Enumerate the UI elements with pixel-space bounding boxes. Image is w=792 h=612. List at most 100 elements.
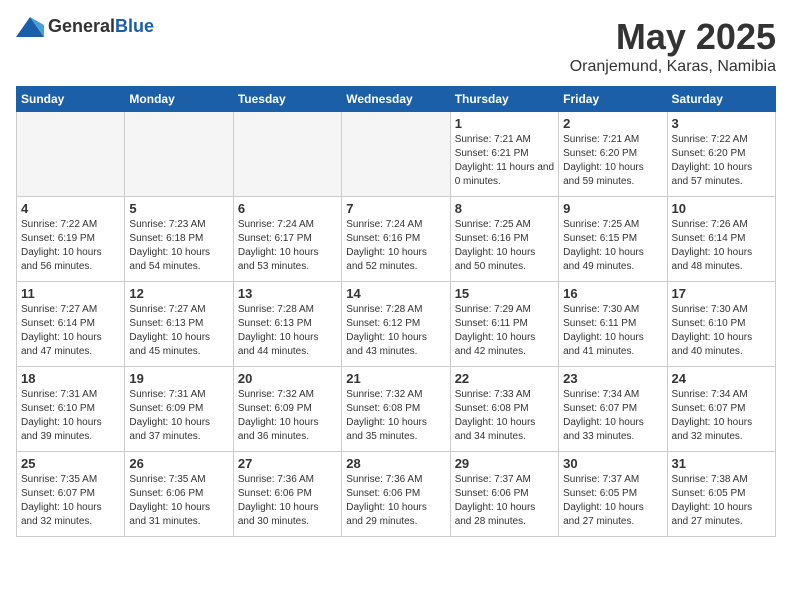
calendar-cell	[342, 112, 450, 197]
day-info: Sunrise: 7:35 AMSunset: 6:07 PMDaylight:…	[21, 473, 120, 529]
logo-text: GeneralBlue	[48, 16, 154, 37]
day-info: Sunrise: 7:24 AMSunset: 6:16 PMDaylight:…	[346, 218, 445, 274]
calendar-cell: 27 Sunrise: 7:36 AMSunset: 6:06 PMDayligh…	[233, 452, 341, 537]
month-title: May 2025	[570, 16, 776, 58]
calendar-table: SundayMondayTuesdayWednesdayThursdayFrid…	[16, 86, 776, 537]
day-number: 24	[672, 371, 771, 386]
location: Oranjemund, Karas, Namibia	[570, 58, 776, 76]
day-info: Sunrise: 7:27 AMSunset: 6:14 PMDaylight:…	[21, 303, 120, 359]
logo: GeneralBlue	[16, 16, 154, 37]
day-number: 21	[346, 371, 445, 386]
logo-general: General	[48, 16, 115, 36]
calendar-week-row: 18 Sunrise: 7:31 AMSunset: 6:10 PMDayligh…	[17, 367, 776, 452]
calendar-cell: 21 Sunrise: 7:32 AMSunset: 6:08 PMDayligh…	[342, 367, 450, 452]
day-info: Sunrise: 7:32 AMSunset: 6:08 PMDaylight:…	[346, 388, 445, 444]
day-number: 20	[238, 371, 337, 386]
day-number: 13	[238, 286, 337, 301]
day-number: 5	[129, 201, 228, 216]
day-number: 9	[563, 201, 662, 216]
day-number: 22	[455, 371, 554, 386]
day-info: Sunrise: 7:37 AMSunset: 6:05 PMDaylight:…	[563, 473, 662, 529]
day-info: Sunrise: 7:31 AMSunset: 6:09 PMDaylight:…	[129, 388, 228, 444]
calendar-cell: 16 Sunrise: 7:30 AMSunset: 6:11 PMDayligh…	[559, 282, 667, 367]
day-number: 27	[238, 456, 337, 471]
day-number: 23	[563, 371, 662, 386]
calendar-cell: 23 Sunrise: 7:34 AMSunset: 6:07 PMDayligh…	[559, 367, 667, 452]
calendar-cell: 6 Sunrise: 7:24 AMSunset: 6:17 PMDaylight…	[233, 197, 341, 282]
calendar-cell: 11 Sunrise: 7:27 AMSunset: 6:14 PMDayligh…	[17, 282, 125, 367]
day-number: 11	[21, 286, 120, 301]
day-info: Sunrise: 7:28 AMSunset: 6:13 PMDaylight:…	[238, 303, 337, 359]
day-info: Sunrise: 7:35 AMSunset: 6:06 PMDaylight:…	[129, 473, 228, 529]
day-number: 15	[455, 286, 554, 301]
calendar-cell: 8Sunrise: 7:25 AMSunset: 6:16 PMDaylight…	[450, 197, 558, 282]
day-number: 18	[21, 371, 120, 386]
day-number: 8	[455, 201, 554, 216]
weekday-header: Sunday	[17, 87, 125, 112]
day-info: Sunrise: 7:37 AMSunset: 6:06 PMDaylight:…	[455, 473, 554, 529]
calendar-cell: 14Sunrise: 7:28 AMSunset: 6:12 PMDayligh…	[342, 282, 450, 367]
calendar-cell: 29Sunrise: 7:37 AMSunset: 6:06 PMDayligh…	[450, 452, 558, 537]
day-info: Sunrise: 7:38 AMSunset: 6:05 PMDaylight:…	[672, 473, 771, 529]
day-info: Sunrise: 7:23 AMSunset: 6:18 PMDaylight:…	[129, 218, 228, 274]
logo-icon	[16, 17, 44, 37]
calendar-cell: 12 Sunrise: 7:27 AMSunset: 6:13 PMDayligh…	[125, 282, 233, 367]
calendar-cell: 28Sunrise: 7:36 AMSunset: 6:06 PMDayligh…	[342, 452, 450, 537]
calendar-cell: 9 Sunrise: 7:25 AMSunset: 6:15 PMDaylight…	[559, 197, 667, 282]
calendar-cell	[125, 112, 233, 197]
day-number: 12	[129, 286, 228, 301]
day-number: 10	[672, 201, 771, 216]
calendar-week-row: 4Sunrise: 7:22 AMSunset: 6:19 PMDaylight…	[17, 197, 776, 282]
day-number: 17	[672, 286, 771, 301]
calendar-cell: 15 Sunrise: 7:29 AMSunset: 6:11 PMDayligh…	[450, 282, 558, 367]
calendar-cell: 5 Sunrise: 7:23 AMSunset: 6:18 PMDaylight…	[125, 197, 233, 282]
page-header: GeneralBlue May 2025 Oranjemund, Karas, …	[16, 16, 776, 76]
day-number: 30	[563, 456, 662, 471]
day-info: Sunrise: 7:27 AMSunset: 6:13 PMDaylight:…	[129, 303, 228, 359]
day-info: Sunrise: 7:25 AMSunset: 6:15 PMDaylight:…	[563, 218, 662, 274]
day-number: 6	[238, 201, 337, 216]
day-number: 14	[346, 286, 445, 301]
calendar-week-row: 11 Sunrise: 7:27 AMSunset: 6:14 PMDayligh…	[17, 282, 776, 367]
day-info: Sunrise: 7:36 AMSunset: 6:06 PMDaylight:…	[238, 473, 337, 529]
day-info: Sunrise: 7:31 AMSunset: 6:10 PMDaylight:…	[21, 388, 120, 444]
weekday-header: Tuesday	[233, 87, 341, 112]
calendar-cell: 19 Sunrise: 7:31 AMSunset: 6:09 PMDayligh…	[125, 367, 233, 452]
calendar-cell: 1Sunrise: 7:21 AMSunset: 6:21 PMDaylight…	[450, 112, 558, 197]
weekday-header: Wednesday	[342, 87, 450, 112]
calendar-cell: 7Sunrise: 7:24 AMSunset: 6:16 PMDaylight…	[342, 197, 450, 282]
calendar-week-row: 1Sunrise: 7:21 AMSunset: 6:21 PMDaylight…	[17, 112, 776, 197]
day-number: 1	[455, 116, 554, 131]
day-info: Sunrise: 7:26 AMSunset: 6:14 PMDaylight:…	[672, 218, 771, 274]
day-info: Sunrise: 7:30 AMSunset: 6:10 PMDaylight:…	[672, 303, 771, 359]
calendar-cell: 18 Sunrise: 7:31 AMSunset: 6:10 PMDayligh…	[17, 367, 125, 452]
day-info: Sunrise: 7:34 AMSunset: 6:07 PMDaylight:…	[563, 388, 662, 444]
calendar-cell: 26Sunrise: 7:35 AMSunset: 6:06 PMDayligh…	[125, 452, 233, 537]
day-number: 28	[346, 456, 445, 471]
weekday-header: Monday	[125, 87, 233, 112]
day-number: 19	[129, 371, 228, 386]
title-block: May 2025 Oranjemund, Karas, Namibia	[570, 16, 776, 76]
day-number: 16	[563, 286, 662, 301]
calendar-cell: 10 Sunrise: 7:26 AMSunset: 6:14 PMDayligh…	[667, 197, 775, 282]
day-info: Sunrise: 7:29 AMSunset: 6:11 PMDaylight:…	[455, 303, 554, 359]
calendar-cell: 24 Sunrise: 7:34 AMSunset: 6:07 PMDayligh…	[667, 367, 775, 452]
day-info: Sunrise: 7:22 AMSunset: 6:20 PMDaylight:…	[672, 133, 771, 189]
weekday-header: Saturday	[667, 87, 775, 112]
calendar-cell	[233, 112, 341, 197]
day-info: Sunrise: 7:30 AMSunset: 6:11 PMDaylight:…	[563, 303, 662, 359]
calendar-cell: 2Sunrise: 7:21 AMSunset: 6:20 PMDaylight…	[559, 112, 667, 197]
calendar-week-row: 25 Sunrise: 7:35 AMSunset: 6:07 PMDayligh…	[17, 452, 776, 537]
day-number: 2	[563, 116, 662, 131]
calendar-cell: 30 Sunrise: 7:37 AMSunset: 6:05 PMDayligh…	[559, 452, 667, 537]
calendar-cell: 31 Sunrise: 7:38 AMSunset: 6:05 PMDayligh…	[667, 452, 775, 537]
day-info: Sunrise: 7:34 AMSunset: 6:07 PMDaylight:…	[672, 388, 771, 444]
day-info: Sunrise: 7:32 AMSunset: 6:09 PMDaylight:…	[238, 388, 337, 444]
calendar-cell: 4Sunrise: 7:22 AMSunset: 6:19 PMDaylight…	[17, 197, 125, 282]
weekday-header-row: SundayMondayTuesdayWednesdayThursdayFrid…	[17, 87, 776, 112]
day-number: 31	[672, 456, 771, 471]
day-number: 25	[21, 456, 120, 471]
logo-blue: Blue	[115, 16, 154, 36]
day-info: Sunrise: 7:24 AMSunset: 6:17 PMDaylight:…	[238, 218, 337, 274]
calendar-cell: 17 Sunrise: 7:30 AMSunset: 6:10 PMDayligh…	[667, 282, 775, 367]
